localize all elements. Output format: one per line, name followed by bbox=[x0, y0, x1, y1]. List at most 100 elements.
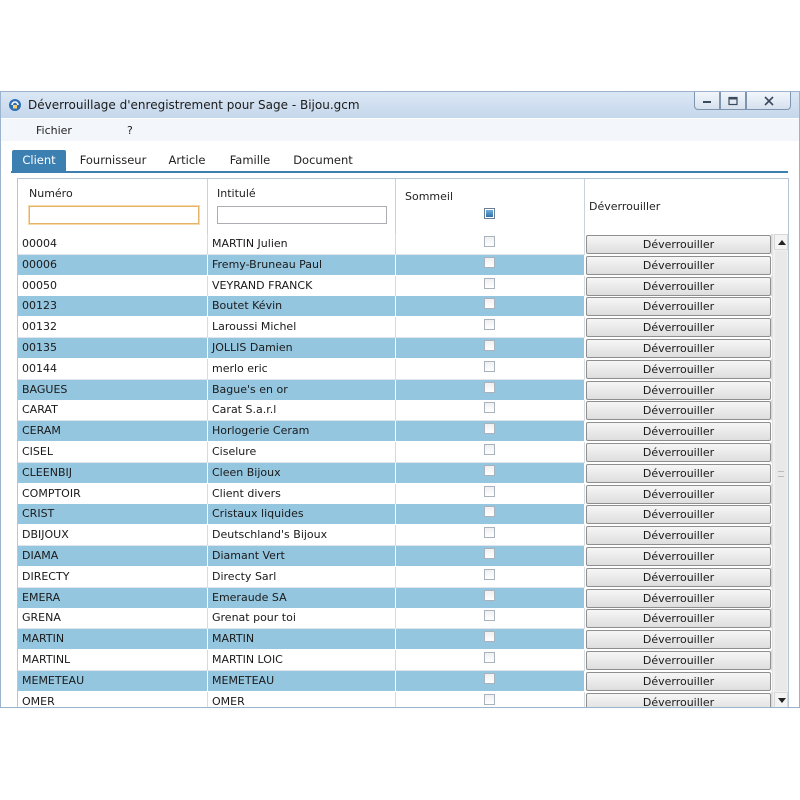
sommeil-checkbox[interactable] bbox=[484, 527, 495, 539]
table-row[interactable]: 00123 Boutet Kévin Déverrouiller bbox=[18, 296, 772, 318]
deverrouiller-button[interactable]: Déverrouiller bbox=[586, 671, 771, 691]
sommeil-checkbox[interactable] bbox=[484, 652, 495, 663]
deverrouiller-button[interactable]: Déverrouiller bbox=[586, 443, 771, 462]
cell-deverrouiller: Déverrouiller bbox=[585, 421, 772, 443]
sommeil-checkbox[interactable] bbox=[484, 381, 495, 393]
deverrouiller-button[interactable]: Déverrouiller bbox=[586, 651, 771, 670]
table-row[interactable]: CLEENBIJ Cleen Bijoux Déverrouiller bbox=[18, 462, 772, 484]
table-row[interactable]: EMERA Emeraude SA Déverrouiller bbox=[18, 587, 772, 609]
table-row[interactable]: CARAT Carat S.a.r.l Déverrouiller bbox=[18, 400, 772, 422]
sommeil-checkbox[interactable] bbox=[484, 693, 495, 705]
cell-deverrouiller: Déverrouiller bbox=[585, 254, 772, 276]
scroll-up-button[interactable] bbox=[774, 234, 788, 250]
table-row[interactable]: CRIST Cristaux liquides Déverrouiller bbox=[18, 504, 772, 526]
tab-bar: Client Fournisseur Article Famille Docum… bbox=[1, 142, 799, 172]
close-button[interactable] bbox=[746, 92, 791, 110]
tab-document[interactable]: Document bbox=[289, 150, 357, 172]
table-row[interactable]: COMPTOIR Client divers Déverrouiller bbox=[18, 483, 772, 505]
deverrouiller-button[interactable]: Déverrouiller bbox=[586, 359, 771, 379]
deverrouiller-button[interactable]: Déverrouiller bbox=[586, 318, 771, 338]
menu-help[interactable]: ? bbox=[127, 124, 133, 137]
table-row[interactable]: CERAM Horlogerie Ceram Déverrouiller bbox=[18, 421, 772, 443]
table-row[interactable]: OMER OMER Déverrouiller bbox=[18, 691, 772, 707]
table-row[interactable]: BAGUES Bague's en or Déverrouiller bbox=[18, 379, 772, 401]
minimize-button[interactable] bbox=[694, 92, 720, 110]
numero-filter-input[interactable] bbox=[29, 206, 199, 224]
cell-numero: 00132 bbox=[18, 317, 208, 339]
deverrouiller-button[interactable]: Déverrouiller bbox=[586, 567, 771, 587]
deverrouiller-button[interactable]: Déverrouiller bbox=[586, 630, 771, 650]
tab-fournisseur[interactable]: Fournisseur bbox=[75, 150, 151, 172]
deverrouiller-button[interactable]: Déverrouiller bbox=[586, 588, 771, 608]
sommeil-checkbox[interactable] bbox=[484, 506, 495, 518]
table-row[interactable]: DIRECTY Directy Sarl Déverrouiller bbox=[18, 566, 772, 588]
sommeil-checkbox[interactable] bbox=[484, 589, 495, 601]
deverrouiller-button[interactable]: Déverrouiller bbox=[586, 339, 771, 358]
sommeil-checkbox[interactable] bbox=[484, 298, 495, 310]
deverrouiller-button[interactable]: Déverrouiller bbox=[586, 422, 771, 442]
cell-intitule: JOLLIS Damien bbox=[208, 338, 396, 359]
deverrouiller-button[interactable]: Déverrouiller bbox=[586, 401, 771, 421]
deverrouiller-button[interactable]: Déverrouiller bbox=[586, 276, 771, 296]
sommeil-filter-checkbox[interactable] bbox=[484, 208, 495, 219]
cell-deverrouiller: Déverrouiller bbox=[585, 234, 772, 255]
tab-article[interactable]: Article bbox=[163, 150, 211, 172]
intitule-filter-input[interactable] bbox=[217, 206, 387, 224]
table-row[interactable]: 00050 VEYRAND FRANCK Déverrouiller bbox=[18, 275, 772, 297]
sommeil-checkbox[interactable] bbox=[484, 568, 495, 580]
table-row[interactable]: MEMETEAU MEMETEAU Déverrouiller bbox=[18, 670, 772, 692]
sommeil-checkbox[interactable] bbox=[484, 423, 495, 435]
sommeil-checkbox[interactable] bbox=[484, 319, 495, 331]
deverrouiller-button[interactable]: Déverrouiller bbox=[586, 380, 771, 400]
scroll-thumb[interactable] bbox=[775, 251, 787, 691]
sommeil-checkbox[interactable] bbox=[484, 340, 495, 351]
deverrouiller-button[interactable]: Déverrouiller bbox=[586, 255, 771, 275]
cell-intitule: Cristaux liquides bbox=[208, 504, 396, 526]
table-row[interactable]: 00006 Fremy-Bruneau Paul Déverrouiller bbox=[18, 254, 772, 276]
table-row[interactable]: 00135 JOLLIS Damien Déverrouiller bbox=[18, 338, 772, 359]
sommeil-checkbox[interactable] bbox=[484, 631, 495, 643]
sommeil-checkbox[interactable] bbox=[484, 444, 495, 455]
sommeil-checkbox[interactable] bbox=[484, 464, 495, 476]
cell-numero: GRENA bbox=[18, 608, 208, 630]
maximize-button[interactable] bbox=[720, 92, 746, 110]
sommeil-checkbox[interactable] bbox=[484, 485, 495, 497]
scroll-down-button[interactable] bbox=[774, 692, 788, 707]
cell-intitule: Emeraude SA bbox=[208, 587, 396, 609]
deverrouiller-button[interactable]: Déverrouiller bbox=[586, 235, 771, 254]
deverrouiller-button[interactable]: Déverrouiller bbox=[586, 505, 771, 525]
table-row[interactable]: DIAMA Diamant Vert Déverrouiller bbox=[18, 546, 772, 567]
deverrouiller-button[interactable]: Déverrouiller bbox=[586, 463, 771, 483]
table-row[interactable]: DBIJOUX Deutschland's Bijoux Déverrouiller bbox=[18, 525, 772, 547]
sommeil-checkbox[interactable] bbox=[484, 672, 495, 684]
deverrouiller-button[interactable]: Déverrouiller bbox=[586, 609, 771, 629]
deverrouiller-button[interactable]: Déverrouiller bbox=[586, 692, 771, 707]
table-row[interactable]: GRENA Grenat pour toi Déverrouiller bbox=[18, 608, 772, 630]
tab-client[interactable]: Client bbox=[12, 150, 66, 172]
table-row[interactable]: MARTINL MARTIN LOIC Déverrouiller bbox=[18, 650, 772, 671]
sommeil-checkbox[interactable] bbox=[484, 402, 495, 414]
menu-fichier[interactable]: Fichier bbox=[36, 124, 72, 137]
title-bar[interactable]: Déverrouillage d'enregistrement pour Sag… bbox=[1, 92, 799, 118]
deverrouiller-button[interactable]: Déverrouiller bbox=[586, 484, 771, 504]
sommeil-checkbox[interactable] bbox=[484, 548, 495, 559]
table-row[interactable]: MARTIN MARTIN Déverrouiller bbox=[18, 629, 772, 651]
sommeil-checkbox[interactable] bbox=[484, 277, 495, 289]
deverrouiller-button[interactable]: Déverrouiller bbox=[586, 526, 771, 546]
sommeil-checkbox[interactable] bbox=[484, 610, 495, 622]
sommeil-checkbox[interactable] bbox=[484, 360, 495, 372]
table-row[interactable]: 00144 merlo eric Déverrouiller bbox=[18, 358, 772, 380]
sommeil-checkbox[interactable] bbox=[484, 256, 495, 268]
deverrouiller-button[interactable]: Déverrouiller bbox=[586, 547, 771, 566]
vertical-scrollbar[interactable] bbox=[772, 234, 788, 707]
tab-underline bbox=[11, 171, 788, 173]
table-row[interactable]: 00004 MARTIN Julien Déverrouiller bbox=[18, 234, 772, 255]
cell-intitule: Client divers bbox=[208, 483, 396, 505]
table-row[interactable]: CISEL Ciselure Déverrouiller bbox=[18, 442, 772, 463]
deverrouiller-button[interactable]: Déverrouiller bbox=[586, 297, 771, 317]
cell-numero: CLEENBIJ bbox=[18, 462, 208, 484]
tab-famille[interactable]: Famille bbox=[225, 150, 275, 172]
sommeil-checkbox[interactable] bbox=[484, 236, 495, 247]
cell-deverrouiller: Déverrouiller bbox=[585, 566, 772, 588]
table-row[interactable]: 00132 Laroussi Michel Déverrouiller bbox=[18, 317, 772, 339]
